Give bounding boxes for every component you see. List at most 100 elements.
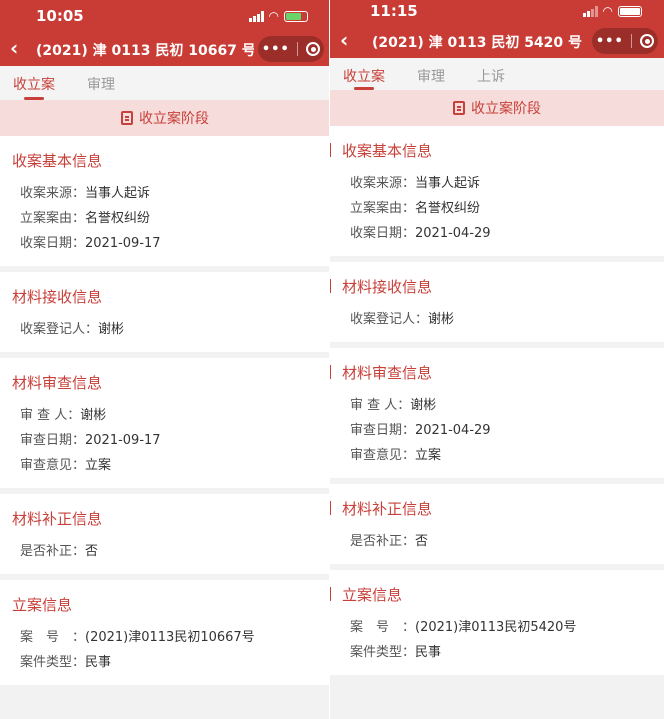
info-value: 谢彬 [428, 312, 455, 327]
section-title: 收案基本信息 [330, 140, 652, 161]
page-title: (2021) 津 0113 民初 5420 号 [371, 35, 583, 51]
info-label: 立案案由： [350, 201, 416, 216]
section-material-receipt: 材料接收信息 收案登记人：谢彬 [0, 272, 330, 352]
wifi-icon: ◠ [268, 9, 279, 23]
info-label: 收案来源： [350, 176, 416, 191]
signal-icon [582, 5, 598, 17]
section-material-receipt: 材料接收信息 收案登记人：谢彬 [330, 262, 664, 342]
info-row: 收案来源：当事人起诉 [342, 171, 652, 196]
more-icon[interactable]: ••• [262, 42, 290, 57]
section-filing-info: 立案信息 案 号 ：(2021)津0113民初10667号 案件类型：民事 [0, 580, 330, 685]
section-title: 材料补正信息 [330, 498, 652, 519]
info-label: 案 号 ： [350, 620, 416, 635]
info-row: 审查意见：立案 [12, 453, 318, 478]
info-label: 收案登记人： [350, 312, 429, 327]
info-row: 收案登记人：谢彬 [342, 307, 652, 332]
info-row: 收案日期：2021-09-17 [12, 231, 318, 256]
info-value: 名誉权纠纷 [415, 201, 481, 216]
section-title: 收案基本信息 [12, 152, 103, 170]
wifi-icon: ◠ [602, 4, 613, 18]
phone-screen-left: 10:05 ◠ ‹ (2021) 津 0113 民初 10667 号 ••• 收… [0, 0, 330, 719]
tab-filing[interactable]: 收立案 [4, 66, 64, 100]
mini-program-capsule: ••• [592, 28, 658, 54]
tab-appeal[interactable]: 上诉 [468, 58, 514, 90]
section-title: 材料接收信息 [330, 276, 652, 297]
info-row: 案件类型：民事 [12, 650, 318, 675]
stage-banner: 收立案阶段 [0, 100, 330, 136]
status-bar: 10:05 ◠ [0, 0, 330, 32]
tab-bar: 收立案 审理 上诉 [330, 58, 664, 90]
info-value: (2021)津0113民初10667号 [85, 630, 255, 645]
stage-label: 收立案阶段 [471, 101, 541, 117]
info-row: 案 号 ：(2021)津0113民初5420号 [342, 615, 652, 640]
info-row: 立案案由：名誉权纠纷 [342, 196, 652, 221]
more-icon[interactable]: ••• [596, 34, 624, 49]
info-value: 当事人起诉 [415, 176, 481, 191]
signal-icon [248, 10, 264, 22]
info-label: 立案案由： [20, 211, 86, 226]
info-value: 名誉权纠纷 [85, 211, 151, 226]
battery-icon [618, 5, 642, 17]
phone-screen-right: 11:15 ◠ ‹ (2021) 津 0113 民初 5420 号 ••• 收立… [330, 0, 664, 719]
info-row: 案 号 ：(2021)津0113民初10667号 [12, 625, 318, 650]
section-title: 立案信息 [12, 596, 73, 614]
info-label: 是否补正： [350, 534, 416, 549]
info-label: 案件类型： [350, 645, 416, 660]
status-icons: ◠ [248, 9, 308, 23]
info-label: 案件类型： [20, 655, 86, 670]
tab-trial[interactable]: 审理 [78, 66, 124, 100]
info-row: 审 查 人：谢彬 [342, 393, 652, 418]
section-title: 材料接收信息 [12, 288, 103, 306]
info-value: 谢彬 [410, 398, 437, 413]
stage-banner: 收立案阶段 [330, 90, 664, 126]
info-value: 民事 [85, 655, 112, 670]
section-case-basic-info: 收案基本信息 收案来源：当事人起诉 立案案由：名誉权纠纷 收案日期：2021-0… [0, 136, 330, 266]
status-time: 10:05 [36, 7, 84, 25]
battery-icon [284, 10, 308, 22]
capsule-divider [631, 34, 633, 48]
info-row: 审 查 人：谢彬 [12, 403, 318, 428]
capsule-divider [297, 42, 299, 56]
info-label: 收案日期： [350, 226, 416, 241]
close-icon[interactable] [640, 34, 655, 48]
info-value: 立案 [415, 448, 442, 463]
stage-label: 收立案阶段 [139, 111, 209, 127]
back-icon[interactable]: ‹ [340, 28, 348, 52]
close-icon[interactable] [306, 42, 321, 56]
top-bar: 11:15 ◠ ‹ (2021) 津 0113 民初 5420 号 ••• [330, 0, 664, 58]
info-label: 审查意见： [350, 448, 416, 463]
info-row: 是否补正：否 [12, 539, 318, 564]
nav-bar: ‹ (2021) 津 0113 民初 10667 号 ••• [0, 32, 330, 66]
document-icon [453, 101, 465, 115]
info-value: 否 [415, 534, 429, 549]
status-icons: ◠ [582, 4, 642, 18]
info-row: 案件类型：民事 [342, 640, 652, 665]
section-title: 立案信息 [330, 584, 652, 605]
info-value: 2021-09-17 [85, 433, 161, 448]
info-label: 案 号 ： [20, 630, 86, 645]
section-title: 材料审查信息 [330, 362, 652, 383]
section-title: 材料审查信息 [12, 374, 103, 392]
info-row: 立案案由：名誉权纠纷 [12, 206, 318, 231]
info-row: 审查日期：2021-04-29 [342, 418, 652, 443]
tab-trial[interactable]: 审理 [408, 58, 454, 90]
info-row: 审查日期：2021-09-17 [12, 428, 318, 453]
info-value: 立案 [85, 458, 112, 473]
info-value: 谢彬 [98, 322, 125, 337]
section-material-review: 材料审查信息 审 查 人：谢彬 审查日期：2021-04-29 审查意见：立案 [330, 348, 664, 478]
section-material-correction: 材料补正信息 是否补正：否 [330, 484, 664, 564]
tab-filing[interactable]: 收立案 [334, 58, 394, 90]
section-case-basic-info: 收案基本信息 收案来源：当事人起诉 立案案由：名誉权纠纷 收案日期：2021-0… [330, 126, 664, 256]
info-row: 收案来源：当事人起诉 [12, 181, 318, 206]
info-label: 审 查 人： [350, 398, 411, 413]
info-label: 审查意见： [20, 458, 86, 473]
section-title: 材料补正信息 [12, 510, 103, 528]
info-value: 2021-04-29 [415, 423, 491, 438]
info-label: 审查日期： [20, 433, 86, 448]
page-title: (2021) 津 0113 民初 10667 号 [36, 43, 254, 59]
info-label: 审 查 人： [20, 408, 81, 423]
info-value: 当事人起诉 [85, 186, 151, 201]
back-icon[interactable]: ‹ [10, 36, 18, 60]
info-value: 民事 [415, 645, 442, 660]
status-time: 11:15 [370, 2, 418, 20]
